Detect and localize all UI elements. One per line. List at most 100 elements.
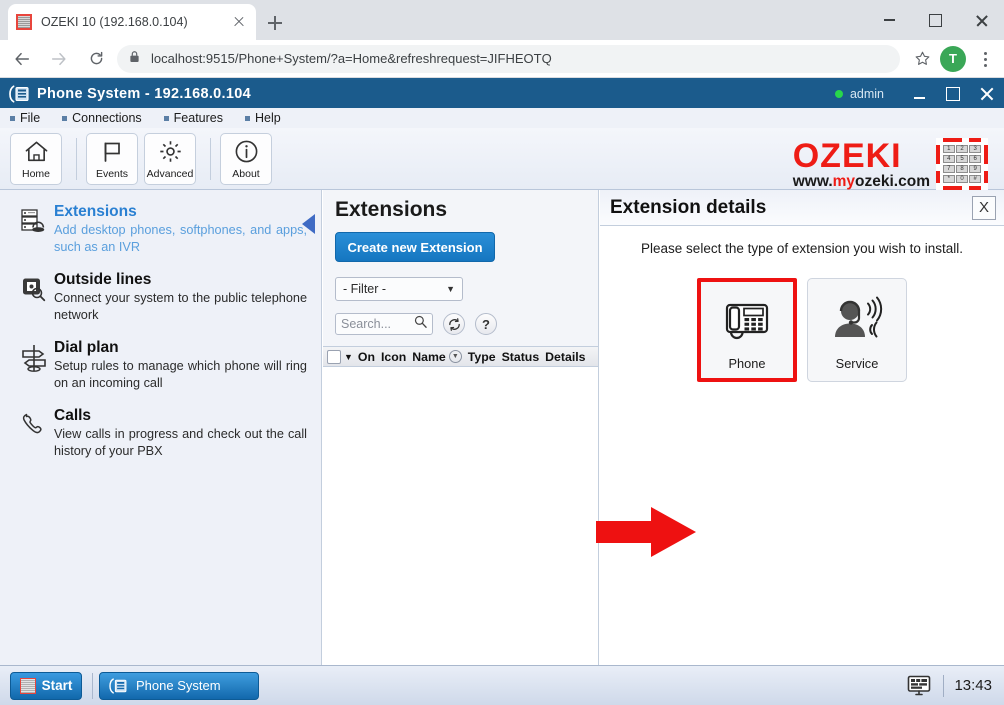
ozeki-logo-text: OZEKI www.myozeki.com <box>793 139 930 190</box>
keypad-key: * <box>943 174 955 183</box>
help-icon[interactable]: ? <box>475 313 497 335</box>
toolbar-button-home[interactable]: Home <box>10 133 62 185</box>
toolbar-separator <box>76 138 77 180</box>
extension-type-phone[interactable]: Phone <box>697 278 797 382</box>
taskbar-item-label: Phone System <box>136 678 221 693</box>
reload-icon[interactable] <box>81 44 111 74</box>
keypad-key: # <box>969 174 981 183</box>
column-header-icon[interactable]: Icon <box>381 350 406 364</box>
menu-item-features[interactable]: Features <box>163 111 223 125</box>
extensions-phone-rack-icon <box>14 202 54 256</box>
gear-icon <box>158 139 183 165</box>
monitor-icon[interactable] <box>905 674 933 698</box>
sidebar-item-outside-lines[interactable]: Outside lines Connect your system to the… <box>0 270 321 338</box>
back-arrow-icon[interactable] <box>7 44 37 74</box>
browser-tab[interactable]: OZEKI 10 (192.168.0.104) <box>8 4 256 40</box>
browser-tab-title: OZEKI 10 (192.168.0.104) <box>41 15 188 29</box>
sidebar-item-desc: Connect your system to the public teleph… <box>54 291 307 322</box>
extension-details-header: Extension details X <box>600 190 1004 226</box>
new-tab-button[interactable] <box>262 10 288 36</box>
sidebar-item-title: Extensions <box>54 203 137 220</box>
menu-label: File <box>20 111 41 125</box>
menu-item-file[interactable]: File <box>10 111 40 125</box>
tab-close-icon[interactable] <box>230 13 248 31</box>
flag-icon <box>100 139 124 165</box>
chevron-down-icon[interactable]: ▼ <box>344 352 353 362</box>
start-button[interactable]: Start <box>10 671 82 700</box>
chevron-down-icon: ▼ <box>446 284 455 294</box>
taskbar-item-phone-system[interactable]: Phone System <box>99 671 259 700</box>
toolbar-label: Home <box>21 167 50 180</box>
taskbar: Start Phone System 13:43 <box>0 665 1004 705</box>
app-close-button[interactable] <box>970 80 1004 108</box>
address-bar-url: localhost:9515/Phone+System/?a=Home&refr… <box>151 51 552 66</box>
sidebar-item-text: Calls View calls in progress and check o… <box>54 406 307 460</box>
filter-dropdown-value: - Filter - <box>343 282 387 296</box>
search-input[interactable] <box>341 317 414 331</box>
app-maximize-button[interactable] <box>936 80 970 108</box>
keypad-key: 5 <box>956 154 968 164</box>
phone-system-icon <box>8 85 30 103</box>
address-bar[interactable]: localhost:9515/Phone+System/?a=Home&refr… <box>117 44 900 73</box>
extensions-panel: Extensions Create new Extension - Filter… <box>323 190 599 705</box>
sidebar-item-text: Extensions Add desktop phones, softphone… <box>54 202 307 256</box>
keypad-key: 0 <box>956 174 968 183</box>
sidebar-item-dial-plan[interactable]: Dial plan Setup rules to manage which ph… <box>0 338 321 406</box>
menu-label: Features <box>173 111 223 125</box>
column-header-on[interactable]: On <box>358 350 375 364</box>
toolbar-separator <box>210 138 211 180</box>
select-all-checkbox[interactable] <box>327 349 341 364</box>
home-icon <box>24 139 49 165</box>
keypad-key: 4 <box>943 154 955 164</box>
column-header-type[interactable]: Type <box>468 350 496 364</box>
system-tray: 13:43 <box>905 674 1004 698</box>
star-icon[interactable] <box>908 45 936 73</box>
extension-type-service[interactable]: Service <box>807 278 907 382</box>
toolbar-button-events[interactable]: Events <box>86 133 138 185</box>
desk-phone-icon <box>718 290 776 352</box>
refresh-icon[interactable] <box>443 313 465 335</box>
menu-bullet-icon <box>62 115 68 121</box>
column-header-details[interactable]: Details <box>545 350 585 364</box>
app-content: Extensions Add desktop phones, softphone… <box>0 190 1004 705</box>
column-header-name[interactable]: Name <box>412 350 446 364</box>
keypad-key: 6 <box>969 154 981 164</box>
sidebar-item-calls[interactable]: Calls View calls in progress and check o… <box>0 406 321 474</box>
menu-bullet-icon <box>245 115 250 121</box>
tray-separator <box>943 674 945 697</box>
menu-item-help[interactable]: Help <box>245 111 281 125</box>
navigation-list: Extensions Add desktop phones, softphone… <box>0 190 321 474</box>
toolbar-group-about: About <box>220 133 278 185</box>
menu-item-connections[interactable]: Connections <box>62 111 142 125</box>
browser-window-controls <box>866 0 1004 40</box>
create-new-extension-button[interactable]: Create new Extension <box>335 232 495 262</box>
ozeki-brand: OZEKI <box>792 136 902 175</box>
browser-close-button[interactable] <box>958 0 1004 40</box>
sidebar-item-extensions[interactable]: Extensions Add desktop phones, softphone… <box>0 202 321 270</box>
search-row: ? <box>335 313 598 335</box>
close-icon[interactable]: X <box>972 195 996 220</box>
search-box[interactable] <box>335 313 433 335</box>
app-title-bar: Phone System - 192.168.0.104 admin <box>0 80 1004 108</box>
profile-avatar[interactable]: T <box>940 45 966 72</box>
taskbar-clock: 13:43 <box>954 677 992 694</box>
keypad-key: 3 <box>969 145 981 154</box>
filter-dropdown[interactable]: - Filter - ▼ <box>335 277 463 301</box>
browser-minimize-button[interactable] <box>866 0 912 40</box>
toolbar-button-about[interactable]: About <box>220 133 272 185</box>
forward-arrow-icon[interactable] <box>44 44 74 74</box>
toolbar-group-home: Home <box>10 133 68 185</box>
app-minimize-button[interactable] <box>902 80 936 108</box>
start-button-label: Start <box>41 678 73 693</box>
sort-icon[interactable]: ▼ <box>448 350 462 363</box>
kebab-menu-icon[interactable] <box>972 45 998 73</box>
app-toolbar: Home Events Advanced About OZEKI www.myo… <box>0 128 1004 190</box>
url-suffix: ozeki.com <box>855 172 930 190</box>
keypad-key: 7 <box>943 164 955 174</box>
ozeki-url: www.myozeki.com <box>793 173 930 190</box>
ozeki-start-icon <box>19 677 36 694</box>
taskbar-separator <box>92 672 93 699</box>
toolbar-button-advanced[interactable]: Advanced <box>144 133 196 185</box>
browser-maximize-button[interactable] <box>912 0 958 40</box>
column-header-status[interactable]: Status <box>502 350 540 364</box>
